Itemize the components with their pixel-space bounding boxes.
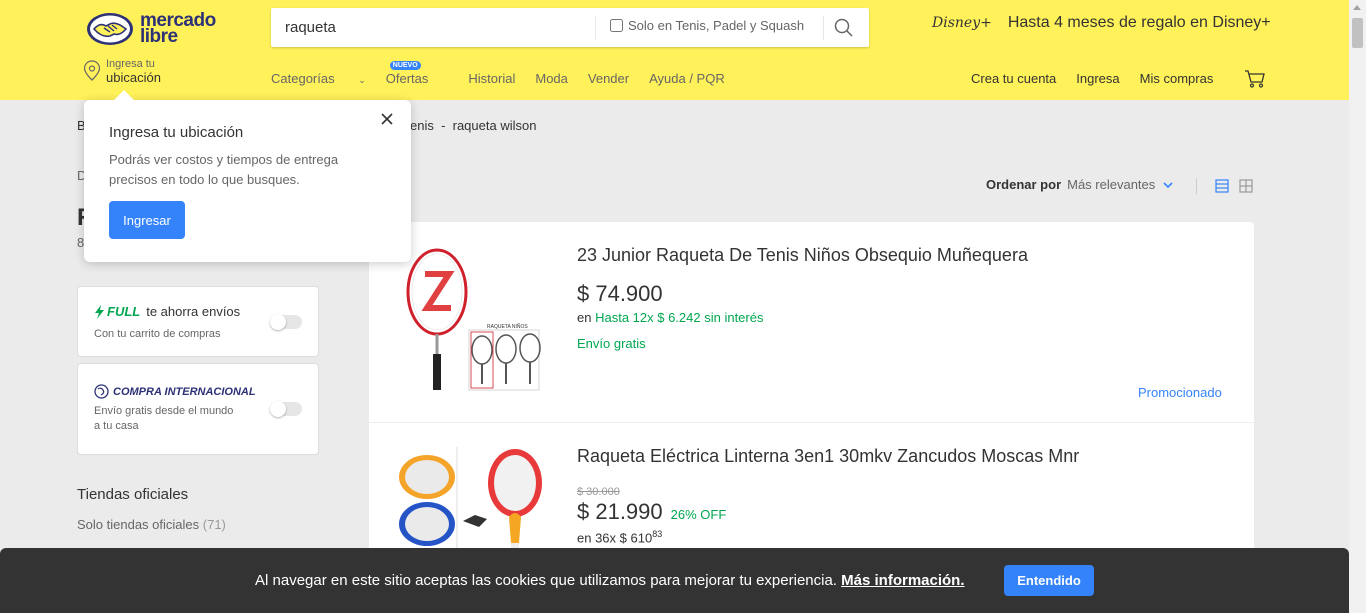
logo-text: mercado libre bbox=[140, 11, 216, 47]
create-account-link[interactable]: Crea tu cuenta bbox=[971, 71, 1056, 86]
location-pin-icon bbox=[83, 60, 101, 81]
handshake-logo-icon bbox=[87, 13, 133, 45]
official-stores-link[interactable]: Solo tiendas oficiales (71) bbox=[77, 517, 226, 532]
installments-value: en 36x $ 610 bbox=[577, 530, 653, 546]
result-item[interactable]: RAQUETA NIÑOS 23 Junior Raqueta De Tenis… bbox=[369, 222, 1254, 422]
full-badge: FULL bbox=[107, 304, 141, 319]
official-stores-heading: Tiendas oficiales bbox=[77, 486, 189, 503]
disney-plus-logo-icon: Disney+ bbox=[932, 15, 992, 31]
view-divider bbox=[1196, 178, 1197, 194]
close-icon[interactable] bbox=[380, 112, 394, 126]
location-line-1: Ingresa tu bbox=[106, 58, 155, 70]
scrollbar-thumb[interactable] bbox=[1352, 18, 1363, 48]
free-shipping-label: Envío gratis bbox=[577, 336, 646, 351]
search-input[interactable] bbox=[285, 19, 585, 36]
page-scrollbar[interactable] bbox=[1349, 0, 1366, 613]
cookie-message: Al navegar en este sitio aceptas las coo… bbox=[255, 572, 837, 589]
breadcrumb[interactable]: enis - raqueta wilson bbox=[410, 118, 536, 133]
popover-text: Podrás ver costos y tiempos de entrega p… bbox=[109, 152, 339, 187]
product-installments: en 36x $ 61083 bbox=[577, 529, 662, 545]
nav-offers-label: Ofertas bbox=[385, 71, 429, 86]
cart-button[interactable] bbox=[1244, 70, 1266, 88]
product-title[interactable]: 23 Junior Raqueta De Tenis Niños Obsequi… bbox=[577, 245, 1028, 266]
sort-value: Más relevantes bbox=[1067, 177, 1156, 192]
new-badge: NUEVO bbox=[389, 61, 421, 70]
mercadolibre-logo[interactable]: mercado libre bbox=[86, 10, 226, 48]
product-title[interactable]: Raqueta Eléctrica Linterna 3en1 30mkv Za… bbox=[577, 446, 1079, 467]
international-subtitle-line-2: a tu casa bbox=[94, 420, 139, 432]
nav-fashion[interactable]: Moda bbox=[535, 71, 568, 86]
logo-line-2: libre bbox=[140, 26, 178, 47]
cookie-banner: Al navegar en este sitio aceptas las coo… bbox=[0, 548, 1349, 613]
search-divider-2 bbox=[823, 16, 824, 40]
sort-label: Ordenar por bbox=[986, 177, 1062, 192]
international-badge: COMPRA INTERNACIONAL bbox=[113, 385, 256, 398]
nav-offers[interactable]: NUEVO Ofertas bbox=[385, 61, 449, 86]
international-toggle[interactable] bbox=[270, 401, 302, 417]
full-subtitle: Con tu carrito de compras bbox=[94, 328, 221, 340]
nav-history[interactable]: Historial bbox=[468, 71, 515, 86]
category-filter-label: Solo en Tenis, Padel y Squash bbox=[628, 18, 805, 33]
category-filter-checkbox[interactable]: Solo en Tenis, Padel y Squash bbox=[610, 18, 804, 33]
product-price-row: $ 21.990 26% OFF bbox=[577, 499, 726, 525]
location-line-2: ubicación bbox=[106, 70, 161, 85]
cart-icon bbox=[1245, 70, 1265, 88]
accept-cookies-button[interactable]: Entendido bbox=[1004, 565, 1094, 596]
toggle-knob bbox=[270, 401, 286, 417]
grid-view-icon[interactable] bbox=[1239, 179, 1253, 193]
main-nav: Categorías ⌄ NUEVO Ofertas Historial Moda… bbox=[271, 61, 745, 86]
globe-icon bbox=[94, 384, 109, 399]
installments-cents: 83 bbox=[652, 529, 663, 539]
full-toggle[interactable] bbox=[270, 314, 302, 330]
full-title: te ahorra envíos bbox=[146, 304, 241, 319]
toggle-knob bbox=[270, 314, 286, 330]
original-price: $ 30.000 bbox=[577, 486, 620, 498]
full-filter-title: FULL te ahorra envíos bbox=[94, 304, 240, 319]
promoted-tag: Promocionado bbox=[1138, 385, 1222, 400]
nav-sell[interactable]: Vender bbox=[588, 71, 629, 86]
disney-promo-banner[interactable]: Disney+ Hasta 4 meses de regalo en Disne… bbox=[932, 14, 1271, 32]
international-filter-card: COMPRA INTERNACIONAL Envío gratis desde … bbox=[77, 363, 319, 455]
international-subtitle-line-1: Envío gratis desde el mundo bbox=[94, 405, 234, 417]
nav-categories[interactable]: Categorías ⌄ bbox=[271, 71, 366, 86]
installments-prefix: en bbox=[577, 310, 592, 325]
search-icon bbox=[834, 18, 853, 37]
cookie-text: Al navegar en este sitio aceptas las coo… bbox=[255, 572, 965, 589]
enter-location-button[interactable]: Ingresar bbox=[109, 201, 185, 239]
product-image-label: RAQUETA NIÑOS bbox=[487, 323, 528, 330]
official-stores-count: (71) bbox=[202, 517, 226, 532]
chevron-down-icon: ⌄ bbox=[358, 75, 366, 85]
search-divider bbox=[595, 16, 596, 40]
scroll-up-arrow-icon[interactable] bbox=[1353, 5, 1361, 10]
product-price: $ 74.900 bbox=[577, 281, 663, 306]
full-filter-card: FULL te ahorra envíos Con tu carrito de … bbox=[77, 286, 319, 357]
international-filter-title: COMPRA INTERNACIONAL bbox=[94, 384, 256, 399]
location-popover: Ingresa tu ubicación Podrás ver costos y… bbox=[84, 90, 411, 262]
product-installments: en Hasta 12x $ 6.242 sin interés bbox=[577, 310, 763, 325]
search-bar: Solo en Tenis, Padel y Squash bbox=[271, 8, 869, 47]
discount-badge: 26% OFF bbox=[670, 507, 727, 522]
search-button[interactable] bbox=[833, 17, 857, 39]
cookie-more-info-link[interactable]: Más información. bbox=[841, 572, 964, 589]
product-image[interactable]: RAQUETA NIÑOS bbox=[399, 246, 547, 406]
account-nav: Crea tu cuenta Ingresa Mis compras bbox=[971, 71, 1233, 86]
promo-text: Hasta 4 meses de regalo en Disney+ bbox=[1007, 14, 1271, 31]
product-price: $ 21.990 bbox=[577, 499, 663, 524]
login-link[interactable]: Ingresa bbox=[1076, 71, 1119, 86]
installments-value: Hasta 12x $ 6.242 sin interés bbox=[595, 310, 764, 325]
my-purchases-link[interactable]: Mis compras bbox=[1140, 71, 1214, 86]
location-selector[interactable]: Ingresa tu ubicación bbox=[83, 58, 161, 86]
list-view-icon[interactable] bbox=[1215, 179, 1229, 193]
header: mercado libre Solo en Tenis, Padel y Squ… bbox=[0, 0, 1349, 100]
lightning-icon bbox=[95, 304, 104, 319]
nav-help[interactable]: Ayuda / PQR bbox=[649, 71, 725, 86]
nav-categories-label: Categorías bbox=[271, 71, 335, 86]
official-stores-label: Solo tiendas oficiales bbox=[77, 517, 200, 532]
popover-title: Ingresa tu ubicación bbox=[109, 124, 244, 141]
sort-selector[interactable]: Ordenar por Más relevantes bbox=[986, 177, 1173, 192]
category-filter-checkbox-input[interactable] bbox=[610, 19, 623, 32]
chevron-down-icon bbox=[1163, 181, 1173, 188]
international-subtitle: Envío gratis desde el mundo a tu casa bbox=[94, 404, 233, 434]
